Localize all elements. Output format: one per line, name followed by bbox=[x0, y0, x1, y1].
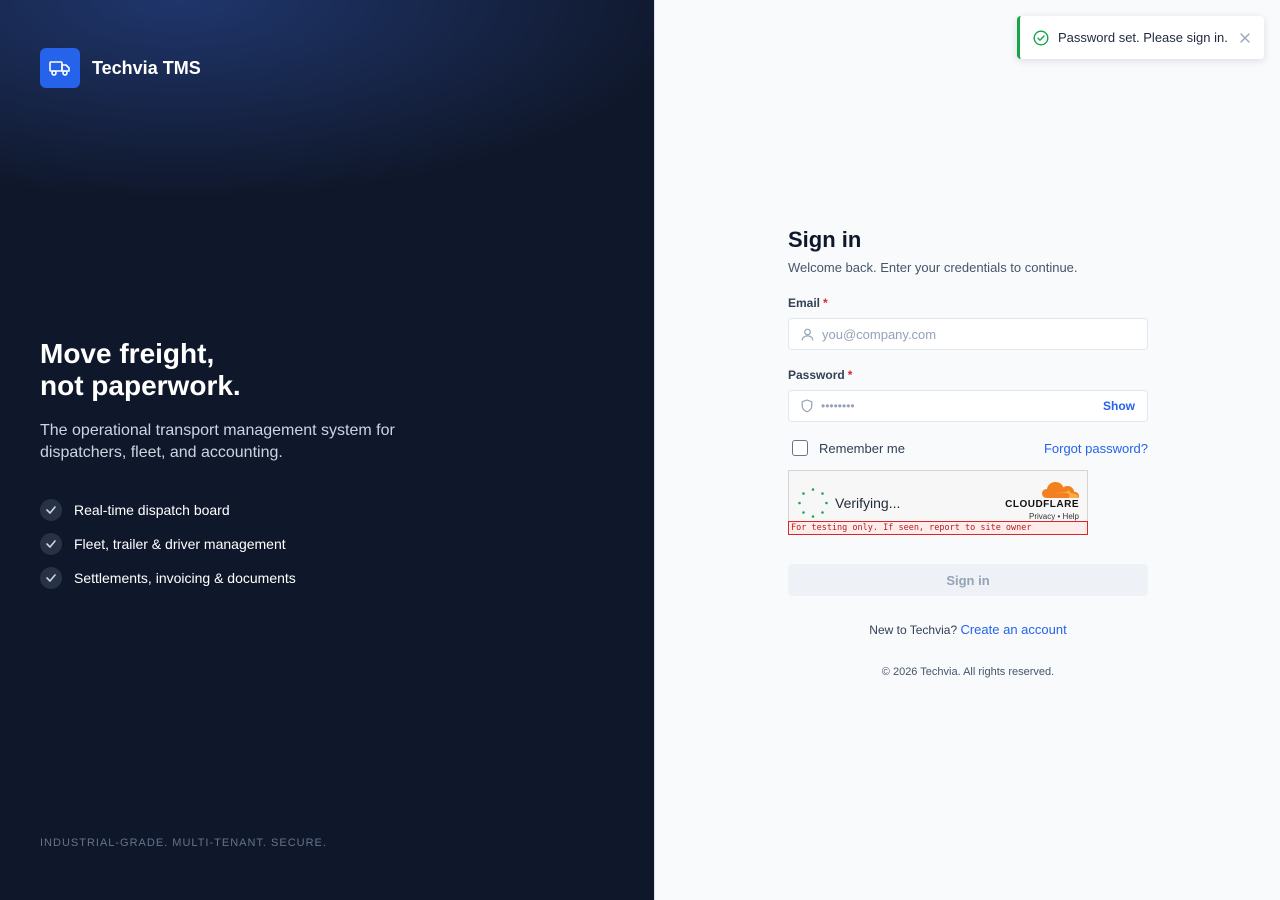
copyright: © 2026 Techvia. All rights reserved. bbox=[881, 666, 1055, 678]
captcha-links: Privacy • Help bbox=[1005, 512, 1079, 521]
captcha-help-link[interactable]: Help bbox=[1063, 512, 1079, 521]
check-icon bbox=[40, 499, 62, 521]
password-input[interactable]: •••••••• bbox=[821, 399, 1103, 413]
password-field[interactable]: •••••••• Show bbox=[788, 390, 1148, 422]
hero-title: Move freight, not paperwork. bbox=[40, 338, 460, 402]
captcha-test-warning: For testing only. If seen, report to sit… bbox=[788, 521, 1088, 535]
show-password-button[interactable]: Show bbox=[1103, 399, 1135, 413]
captcha-provider: CLOUDFLARE bbox=[1005, 499, 1079, 510]
email-field[interactable] bbox=[788, 318, 1148, 350]
required-mark: * bbox=[823, 296, 828, 310]
feature-item: Fleet, trailer & driver management bbox=[40, 532, 460, 556]
new-user-prompt: New to Techvia? bbox=[869, 623, 958, 637]
hero-title-line-2: not paperwork. bbox=[40, 370, 241, 401]
check-icon bbox=[40, 533, 62, 555]
brand: Techvia TMS bbox=[40, 48, 201, 88]
spinner-icon bbox=[797, 487, 829, 519]
required-mark: * bbox=[847, 368, 853, 382]
toast-message: Password set. Please sign in. bbox=[1058, 30, 1228, 45]
truck-icon bbox=[40, 48, 80, 88]
email-input[interactable] bbox=[822, 326, 1135, 342]
form-subtitle: Welcome back. Enter your credentials to … bbox=[788, 260, 1078, 275]
sign-in-button[interactable]: Sign in bbox=[788, 564, 1148, 596]
user-icon bbox=[801, 328, 814, 341]
cloudflare-logo: CLOUDFLARE Privacy • Help bbox=[1005, 481, 1079, 521]
check-icon bbox=[40, 567, 62, 589]
sign-in-form: Sign in Welcome back. Enter your credent… bbox=[788, 226, 1148, 678]
password-group: Password * •••••••• Show bbox=[788, 366, 1148, 422]
toast-notification: Password set. Please sign in. bbox=[1017, 16, 1264, 59]
cloud-icon bbox=[1005, 481, 1079, 499]
email-group: Email * bbox=[788, 294, 1148, 350]
tagline: INDUSTRIAL-GRADE. MULTI-TENANT. SECURE. bbox=[40, 837, 327, 849]
captcha-widget[interactable]: Verifying... CLOUDFLARE Privacy • Help F… bbox=[788, 470, 1088, 535]
captcha-status-text: Verifying... bbox=[835, 495, 901, 511]
create-account-row: New to Techvia? Create an account bbox=[788, 622, 1148, 637]
hero-subtitle: The operational transport management sys… bbox=[40, 422, 395, 461]
feature-item: Settlements, invoicing & documents bbox=[40, 566, 460, 590]
form-title: Sign in bbox=[788, 227, 862, 252]
feature-label: Fleet, trailer & driver management bbox=[74, 536, 286, 552]
remember-me[interactable]: Remember me bbox=[792, 440, 905, 456]
captcha-link-separator: • bbox=[1057, 512, 1061, 521]
captcha-privacy-link[interactable]: Privacy bbox=[1029, 512, 1055, 521]
remember-label: Remember me bbox=[819, 440, 905, 456]
brand-name: Techvia TMS bbox=[92, 57, 201, 78]
hero-title-line-1: Move freight, bbox=[40, 338, 215, 369]
feature-label: Real-time dispatch board bbox=[74, 502, 230, 518]
email-label: Email * bbox=[788, 296, 828, 310]
check-circle-icon bbox=[1033, 29, 1049, 46]
create-account-link[interactable]: Create an account bbox=[960, 622, 1066, 637]
feature-label: Settlements, invoicing & documents bbox=[74, 570, 296, 586]
password-label: Password * bbox=[788, 368, 853, 382]
feature-item: Real-time dispatch board bbox=[40, 498, 460, 522]
brand-panel: Techvia TMS Move freight, not paperwork.… bbox=[0, 0, 655, 900]
hero: Move freight, not paperwork. The operati… bbox=[40, 338, 460, 600]
captcha-status: Verifying... bbox=[797, 487, 900, 519]
forgot-password-link[interactable]: Forgot password? bbox=[1044, 441, 1148, 456]
feature-list: Real-time dispatch board Fleet, trailer … bbox=[40, 498, 460, 590]
remember-checkbox[interactable] bbox=[792, 440, 808, 456]
remember-row: Remember me Forgot password? bbox=[788, 440, 1148, 456]
shield-icon bbox=[801, 399, 813, 413]
close-icon[interactable] bbox=[1240, 30, 1250, 48]
